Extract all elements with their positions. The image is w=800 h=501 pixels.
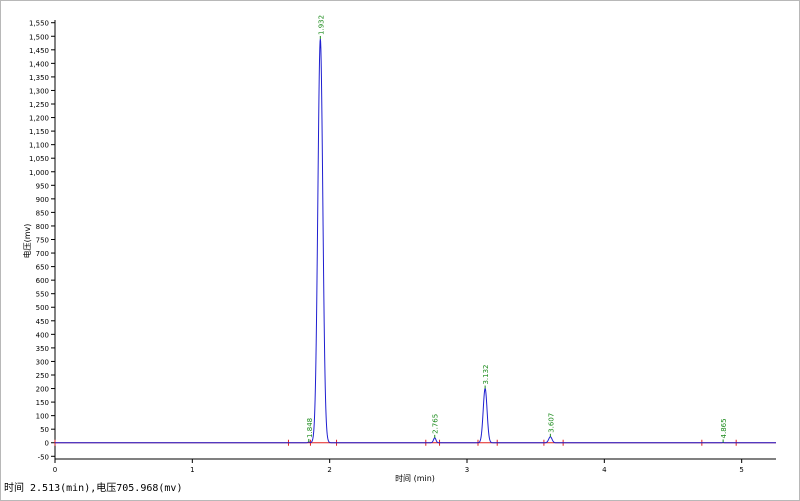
y-tick-label: 550 — [36, 291, 49, 299]
peak-label: 1.848 — [306, 418, 314, 438]
y-tick-label: 1,050 — [29, 155, 49, 163]
y-tick-label: 1,000 — [29, 169, 49, 177]
y-tick-label: 250 — [36, 372, 49, 380]
y-tick-label: 50 — [40, 426, 49, 434]
y-tick-label: 600 — [36, 277, 49, 285]
x-tick-label: 3 — [465, 466, 469, 474]
status-readout: 时间 2.513(min),电压705.968(mv) — [4, 483, 183, 494]
x-tick-label: 5 — [739, 466, 743, 474]
y-tick-label: 1,300 — [29, 87, 49, 95]
y-tick-label: 1,150 — [29, 128, 49, 136]
y-tick-label: 750 — [36, 237, 49, 245]
x-tick-label: 2 — [327, 466, 331, 474]
chromatogram-chart: -500501001502002503003504004505005506006… — [0, 0, 800, 501]
y-axis-label: 电压(mv) — [22, 224, 32, 259]
y-tick-label: 450 — [36, 318, 49, 326]
y-tick-label: 1,500 — [29, 33, 49, 41]
y-tick-label: 150 — [36, 399, 49, 407]
y-tick-label: 850 — [36, 209, 49, 217]
y-tick-label: 0 — [45, 440, 49, 448]
y-tick-label: 400 — [36, 331, 49, 339]
y-tick-label: 300 — [36, 358, 49, 366]
y-tick-label: 700 — [36, 250, 49, 258]
x-tick-label: 1 — [190, 466, 194, 474]
y-tick-label: 1,550 — [29, 20, 49, 28]
y-tick-label: 1,250 — [29, 101, 49, 109]
peak-label: 3.607 — [547, 413, 555, 433]
y-tick-label: 1,350 — [29, 74, 49, 82]
y-tick-label: 500 — [36, 304, 49, 312]
x-axis-label: 时间 (min) — [395, 473, 435, 483]
y-tick-label: -50 — [38, 453, 49, 461]
y-tick-label: 950 — [36, 182, 49, 190]
y-tick-label: 1,200 — [29, 115, 49, 123]
x-tick-label: 0 — [53, 466, 57, 474]
y-tick-label: 350 — [36, 345, 49, 353]
x-tick-label: 4 — [602, 466, 607, 474]
peak-label: 3.132 — [482, 364, 490, 384]
y-tick-label: 200 — [36, 386, 49, 394]
y-tick-label: 650 — [36, 264, 49, 272]
y-tick-label: 900 — [36, 196, 49, 204]
peak-label: 1.932 — [317, 15, 325, 35]
peak-label: 4.865 — [720, 418, 728, 438]
y-tick-label: 1,400 — [29, 60, 49, 68]
peak-label: 2.765 — [432, 414, 440, 434]
y-tick-label: 1,450 — [29, 47, 49, 55]
chart-background — [0, 0, 800, 501]
y-tick-label: 100 — [36, 413, 49, 421]
y-tick-label: 800 — [36, 223, 49, 231]
y-tick-label: 1,100 — [29, 142, 49, 150]
